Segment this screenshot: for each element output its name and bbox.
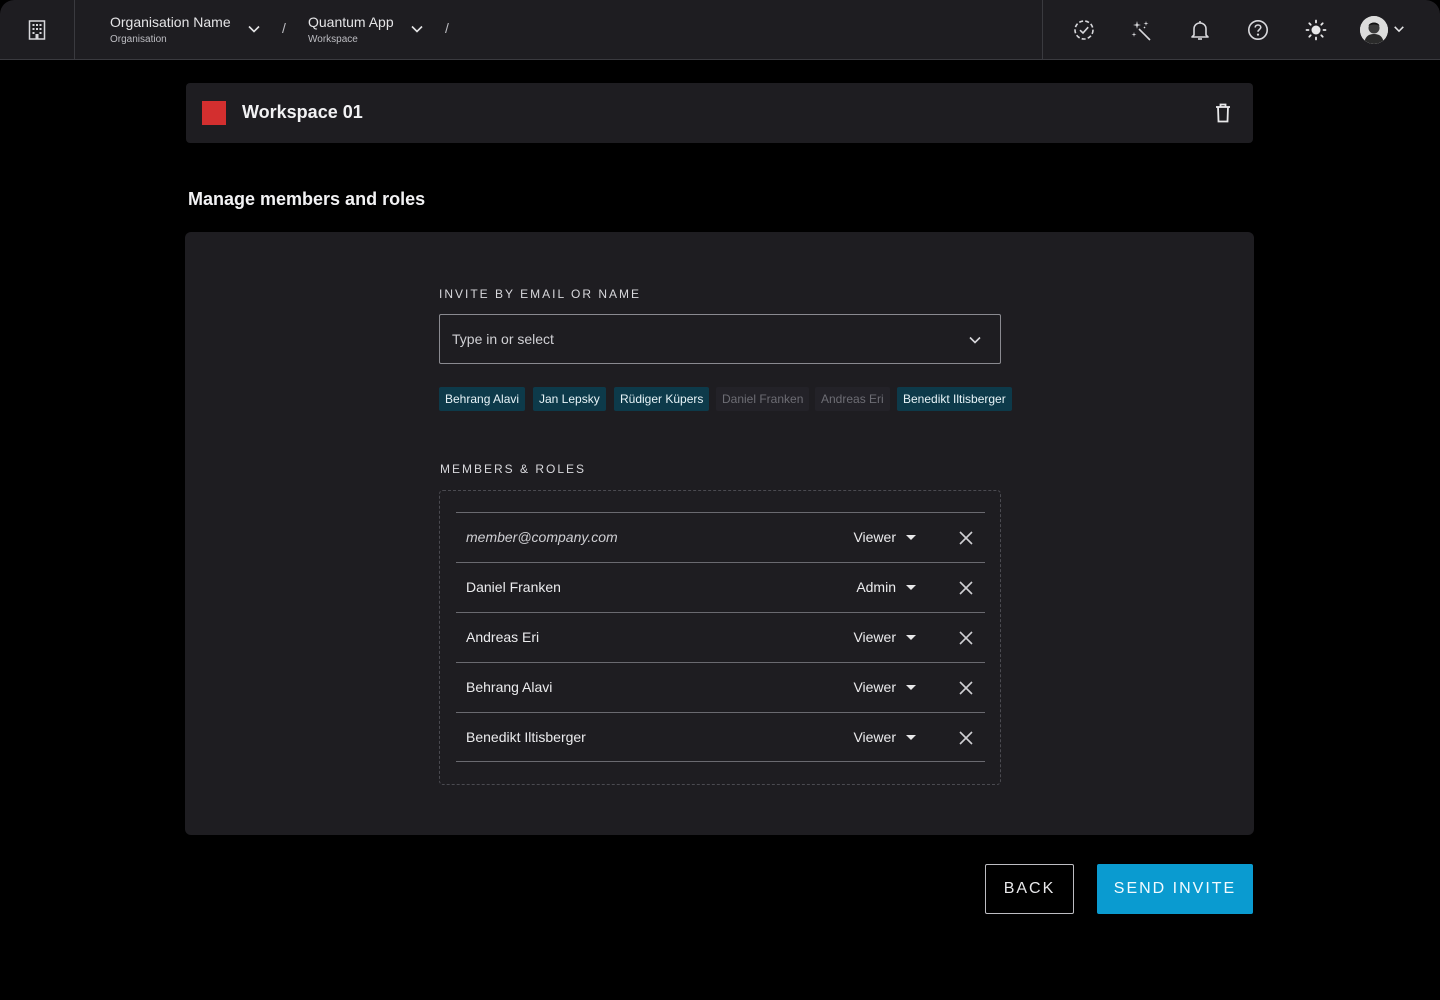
chip-benedikt-iltisberger[interactable]: Benedikt Iltisberger <box>897 387 1012 411</box>
section-title: Manage members and roles <box>188 189 426 209</box>
close-icon[interactable] <box>958 680 974 696</box>
workspace-title: Workspace 01 <box>242 102 363 122</box>
chip-daniel-franken[interactable]: Daniel Franken <box>716 387 810 411</box>
member-row: Andreas Eri Viewer <box>456 612 985 662</box>
help-button[interactable] <box>1246 18 1270 42</box>
member-row: member@company.com Viewer <box>456 512 985 562</box>
member-row: Behrang Alavi Viewer <box>456 662 985 712</box>
magic-wand-button[interactable] <box>1130 18 1154 42</box>
theme-toggle-button[interactable] <box>1304 18 1328 42</box>
caret-down-icon[interactable] <box>906 735 916 740</box>
task-check-button[interactable] <box>1072 18 1096 42</box>
chevron-down-icon <box>969 336 981 344</box>
caret-down-icon[interactable] <box>906 585 916 590</box>
invite-select[interactable]: Type in or select <box>439 314 1001 364</box>
top-bar: Organisation Name Organisation / Quantum… <box>0 0 1440 60</box>
member-email-input[interactable]: member@company.com <box>466 529 618 545</box>
member-row: Benedikt Iltisberger Viewer <box>456 712 985 762</box>
close-icon[interactable] <box>958 630 974 646</box>
chip-behrang-alavi[interactable]: Behrang Alavi <box>439 387 526 411</box>
close-icon[interactable] <box>958 530 974 546</box>
role-select[interactable]: Viewer <box>853 629 896 645</box>
org-icon-button[interactable] <box>0 0 75 60</box>
member-name: Behrang Alavi <box>466 679 553 695</box>
role-select[interactable]: Admin <box>856 579 896 595</box>
member-name: Daniel Franken <box>466 579 561 595</box>
chevron-down-icon[interactable] <box>1393 23 1405 35</box>
member-name: Benedikt Iltisberger <box>466 729 586 745</box>
breadcrumb-app[interactable]: Quantum App Workspace <box>308 13 394 47</box>
breadcrumb-organisation[interactable]: Organisation Name Organisation <box>110 13 231 47</box>
organisation-sub-label: Organisation <box>110 34 167 45</box>
workspace-color-swatch <box>202 101 226 125</box>
member-row: Daniel Franken Admin <box>456 562 985 612</box>
role-select[interactable]: Viewer <box>853 729 896 745</box>
caret-down-icon[interactable] <box>906 635 916 640</box>
workspace-header: Workspace 01 <box>186 83 1253 143</box>
chip-jan-lepsky[interactable]: Jan Lepsky <box>533 387 606 411</box>
send-invite-button[interactable]: SEND INVITE <box>1097 864 1253 914</box>
close-icon[interactable] <box>958 730 974 746</box>
chip-andreas-eri[interactable]: Andreas Eri <box>815 387 890 411</box>
members-label: MEMBERS & ROLES <box>440 462 587 476</box>
chevron-down-icon[interactable] <box>410 22 424 36</box>
notifications-button[interactable] <box>1188 18 1212 42</box>
organisation-name: Organisation Name <box>110 14 231 30</box>
magic-wand-icon <box>1131 21 1151 41</box>
caret-down-icon[interactable] <box>906 535 916 540</box>
caret-down-icon[interactable] <box>906 685 916 690</box>
chevron-down-icon[interactable] <box>247 22 261 36</box>
help-icon <box>1248 20 1268 40</box>
avatar[interactable] <box>1360 16 1388 44</box>
breadcrumb-separator: / <box>282 20 286 36</box>
invite-placeholder: Type in or select <box>452 331 554 347</box>
bell-icon <box>1191 21 1209 40</box>
back-button[interactable]: BACK <box>985 864 1074 914</box>
app-frame: Organisation Name Organisation / Quantum… <box>0 0 1440 1000</box>
trash-icon[interactable] <box>1215 103 1231 123</box>
theme-sun-icon <box>1305 19 1327 41</box>
app-sub-label: Workspace <box>308 34 358 45</box>
breadcrumb-separator: / <box>445 20 449 36</box>
building-icon <box>28 20 46 40</box>
chip-rudiger-kupers[interactable]: Rüdiger Küpers <box>614 387 710 411</box>
role-select[interactable]: Viewer <box>853 529 896 545</box>
role-select[interactable]: Viewer <box>853 679 896 695</box>
task-check-icon <box>1074 20 1094 40</box>
user-avatar-icon <box>1360 16 1388 44</box>
member-name: Andreas Eri <box>466 629 540 645</box>
invite-label: INVITE BY EMAIL OR NAME <box>439 287 642 301</box>
close-icon[interactable] <box>958 580 974 596</box>
app-name: Quantum App <box>308 14 394 30</box>
